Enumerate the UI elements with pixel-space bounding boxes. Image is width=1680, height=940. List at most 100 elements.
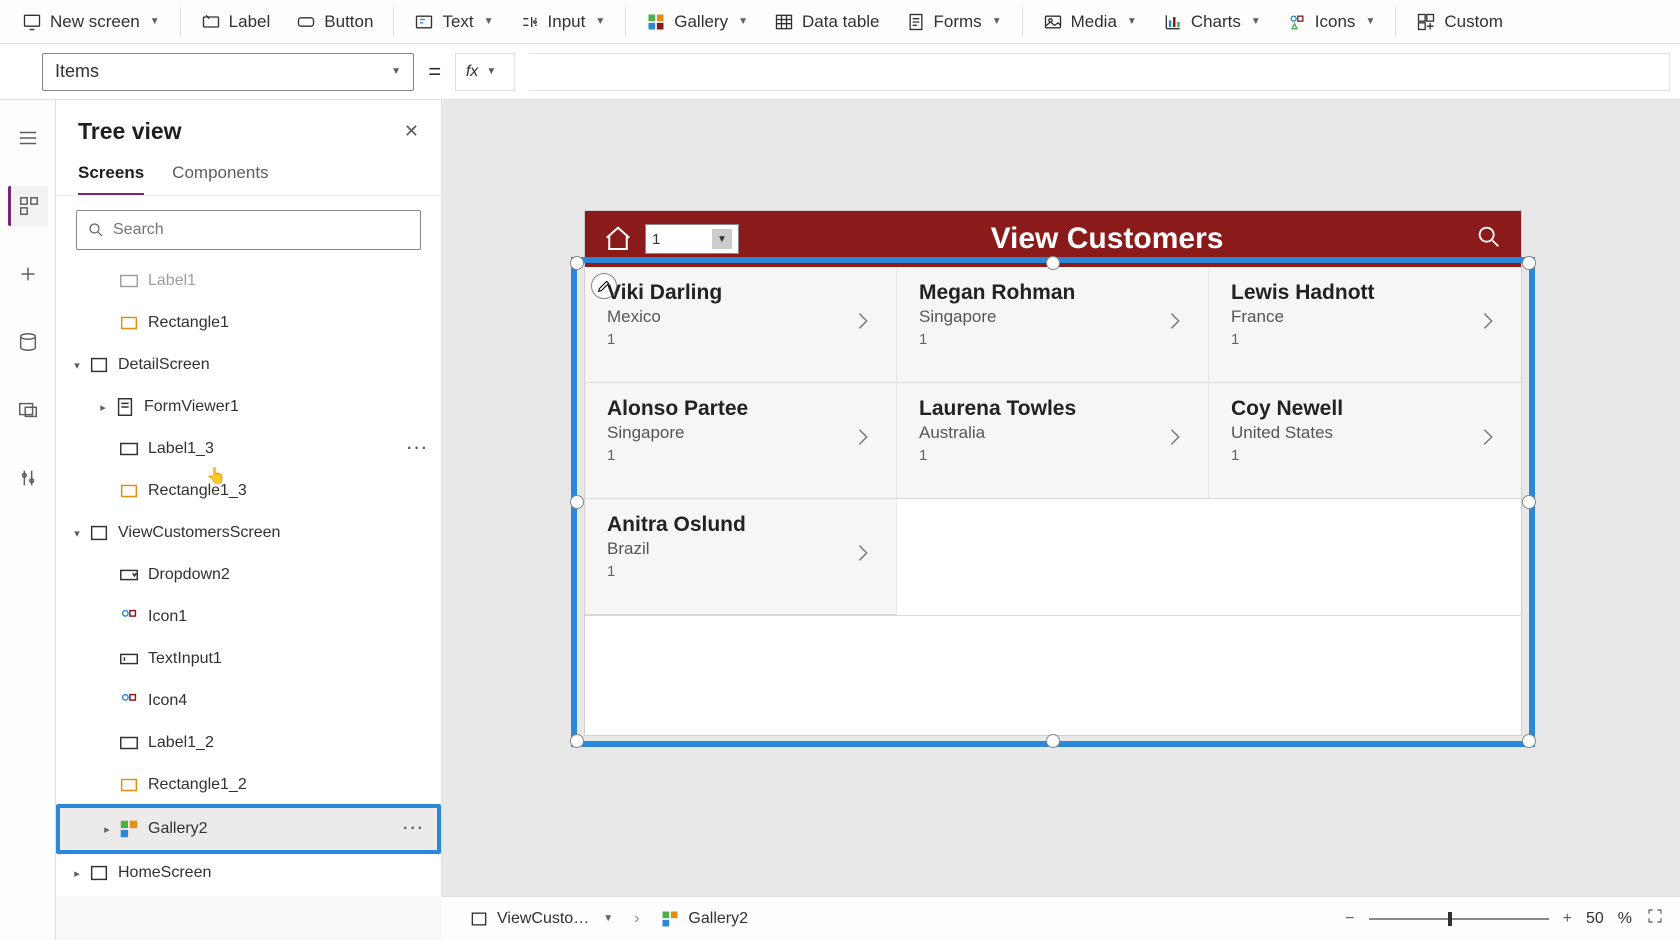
gallery-button[interactable]: Gallery ▼ (634, 6, 760, 38)
tree-item-rectangle1[interactable]: Rectangle1 (56, 302, 441, 344)
chevron-right-icon[interactable] (852, 307, 874, 340)
tree-item-rectangle1-2[interactable]: Rectangle1_2 (56, 764, 441, 806)
charts-button[interactable]: Charts ▼ (1151, 6, 1273, 38)
zoom-out-button[interactable]: − (1345, 910, 1354, 928)
more-icon[interactable]: ··· (407, 440, 429, 458)
tree-item-dropdown2[interactable]: Dropdown2 (56, 554, 441, 596)
tree-item-label1-2[interactable]: Label1_2 (56, 722, 441, 764)
breadcrumb-screen[interactable]: ViewCusto… ▼ (458, 904, 624, 934)
breadcrumb-label: ViewCusto… (497, 910, 589, 928)
chevron-right-icon[interactable] (1477, 307, 1499, 340)
fx-button[interactable]: fx ▼ (455, 53, 515, 91)
tree-item-label: Dropdown2 (148, 566, 230, 584)
media-icon (1043, 12, 1063, 32)
label-button[interactable]: Label (189, 6, 283, 38)
breadcrumb-control[interactable]: Gallery2 (649, 904, 759, 934)
search-input[interactable] (113, 221, 410, 239)
tree-item-homescreen[interactable]: ▸ HomeScreen (56, 852, 441, 894)
tree-item-icon1[interactable]: Icon1 (56, 596, 441, 638)
more-icon[interactable]: ··· (403, 820, 425, 838)
tree-item-label1-3[interactable]: Label1_3 ··· 👆 (56, 428, 441, 470)
chevron-right-icon[interactable] (1164, 307, 1186, 340)
tree-view-button[interactable] (8, 186, 48, 226)
tree-item-detailscreen[interactable]: ▾ DetailScreen (56, 344, 441, 386)
chevron-right-icon[interactable]: ▸ (96, 823, 118, 836)
chevron-down-icon: ▼ (738, 16, 748, 27)
chevron-down-icon[interactable]: ▾ (66, 359, 88, 372)
data-button[interactable] (8, 322, 48, 362)
resize-handle[interactable] (1522, 495, 1536, 509)
tree-item-gallery2[interactable]: ▸ Gallery2 ··· (60, 808, 437, 850)
tab-components[interactable]: Components (172, 157, 268, 195)
gallery-control[interactable]: Viki DarlingMexico1Megan RohmanSingapore… (585, 267, 1521, 735)
tree-search[interactable] (76, 210, 421, 250)
resize-handle[interactable] (570, 734, 584, 748)
customer-cell[interactable]: Megan RohmanSingapore1 (897, 267, 1209, 383)
new-screen-button[interactable]: New screen ▼ (10, 6, 172, 38)
custom-button[interactable]: Custom (1404, 6, 1515, 38)
insert-button[interactable] (8, 254, 48, 294)
input-button[interactable]: Input ▼ (508, 6, 618, 38)
tree-item-label: FormViewer1 (144, 398, 239, 416)
tree-item-label: Label1 (148, 272, 196, 290)
customer-name: Lewis Hadnott (1231, 281, 1499, 305)
equals-sign: = (428, 59, 441, 85)
hamburger-button[interactable] (8, 118, 48, 158)
customer-cell[interactable]: Viki DarlingMexico1 (585, 267, 897, 383)
customer-cell[interactable]: Lewis HadnottFrance1 (1209, 267, 1521, 383)
customer-country: Singapore (607, 423, 874, 443)
chevron-right-icon[interactable] (852, 423, 874, 456)
zoom-slider[interactable] (1369, 918, 1549, 920)
label-icon (118, 270, 140, 292)
custom-label: Custom (1444, 12, 1503, 32)
datatable-button[interactable]: Data table (762, 6, 892, 38)
customer-cell[interactable]: Alonso ParteeSingapore1 (585, 383, 897, 499)
customer-cell[interactable]: Laurena TowlesAustralia1 (897, 383, 1209, 499)
datatable-label: Data table (802, 12, 880, 32)
media-button[interactable]: Media ▼ (1031, 6, 1149, 38)
resize-handle[interactable] (570, 256, 584, 270)
tree-item-documentation[interactable]: ▸ Documentation (56, 894, 441, 896)
fit-to-window-button[interactable] (1646, 907, 1664, 930)
home-icon[interactable] (603, 224, 633, 254)
tree-item-formviewer1[interactable]: ▸ FormViewer1 (56, 386, 441, 428)
tree-item-label1[interactable]: Label1 (56, 260, 441, 302)
tree-item-rectangle1-3[interactable]: Rectangle1_3 (56, 470, 441, 512)
button-button[interactable]: Button (284, 6, 385, 38)
resize-handle[interactable] (1046, 734, 1060, 748)
resize-handle[interactable] (1522, 734, 1536, 748)
media-rail-button[interactable] (8, 390, 48, 430)
customer-name: Laurena Towles (919, 397, 1186, 421)
resize-handle[interactable] (570, 495, 584, 509)
text-button[interactable]: Text ▼ (402, 6, 505, 38)
chevron-right-icon[interactable]: ▸ (92, 401, 114, 414)
button-text: Button (324, 12, 373, 32)
tab-screens[interactable]: Screens (78, 157, 144, 195)
resize-handle[interactable] (1522, 256, 1536, 270)
zoom-in-button[interactable]: + (1563, 910, 1572, 928)
chevron-right-icon[interactable] (852, 539, 874, 572)
customer-cell[interactable]: Anitra OslundBrazil1 (585, 499, 897, 615)
customer-country: Mexico (607, 307, 874, 327)
filter-dropdown[interactable]: 1 ▼ (645, 224, 739, 254)
customer-cell[interactable]: Coy NewellUnited States1 (1209, 383, 1521, 499)
property-selector[interactable]: Items ▼ (42, 53, 414, 91)
icons-button[interactable]: Icons ▼ (1275, 6, 1388, 38)
chevron-right-icon[interactable] (1477, 423, 1499, 456)
search-icon[interactable] (1475, 223, 1503, 256)
tree-item-icon4[interactable]: Icon4 (56, 680, 441, 722)
advanced-tools-button[interactable] (8, 458, 48, 498)
close-icon[interactable]: ✕ (404, 121, 419, 142)
chevron-down-icon[interactable]: ▾ (66, 527, 88, 540)
forms-button[interactable]: Forms ▼ (894, 6, 1014, 38)
chevron-right-icon[interactable] (1164, 423, 1186, 456)
chevron-right-icon[interactable]: ▸ (66, 867, 88, 880)
tree-item-textinput1[interactable]: TextInput1 (56, 638, 441, 680)
tree-item-viewcustomersscreen[interactable]: ▾ ViewCustomersScreen (56, 512, 441, 554)
customer-country: Singapore (919, 307, 1186, 327)
formula-input[interactable] (529, 53, 1670, 91)
tree-item-label: Label1_3 (148, 440, 214, 458)
canvas[interactable]: 1 ▼ View Customers Viki DarlingMexico1Me… (442, 100, 1680, 896)
forms-icon (906, 12, 926, 32)
icons-icon (1287, 12, 1307, 32)
